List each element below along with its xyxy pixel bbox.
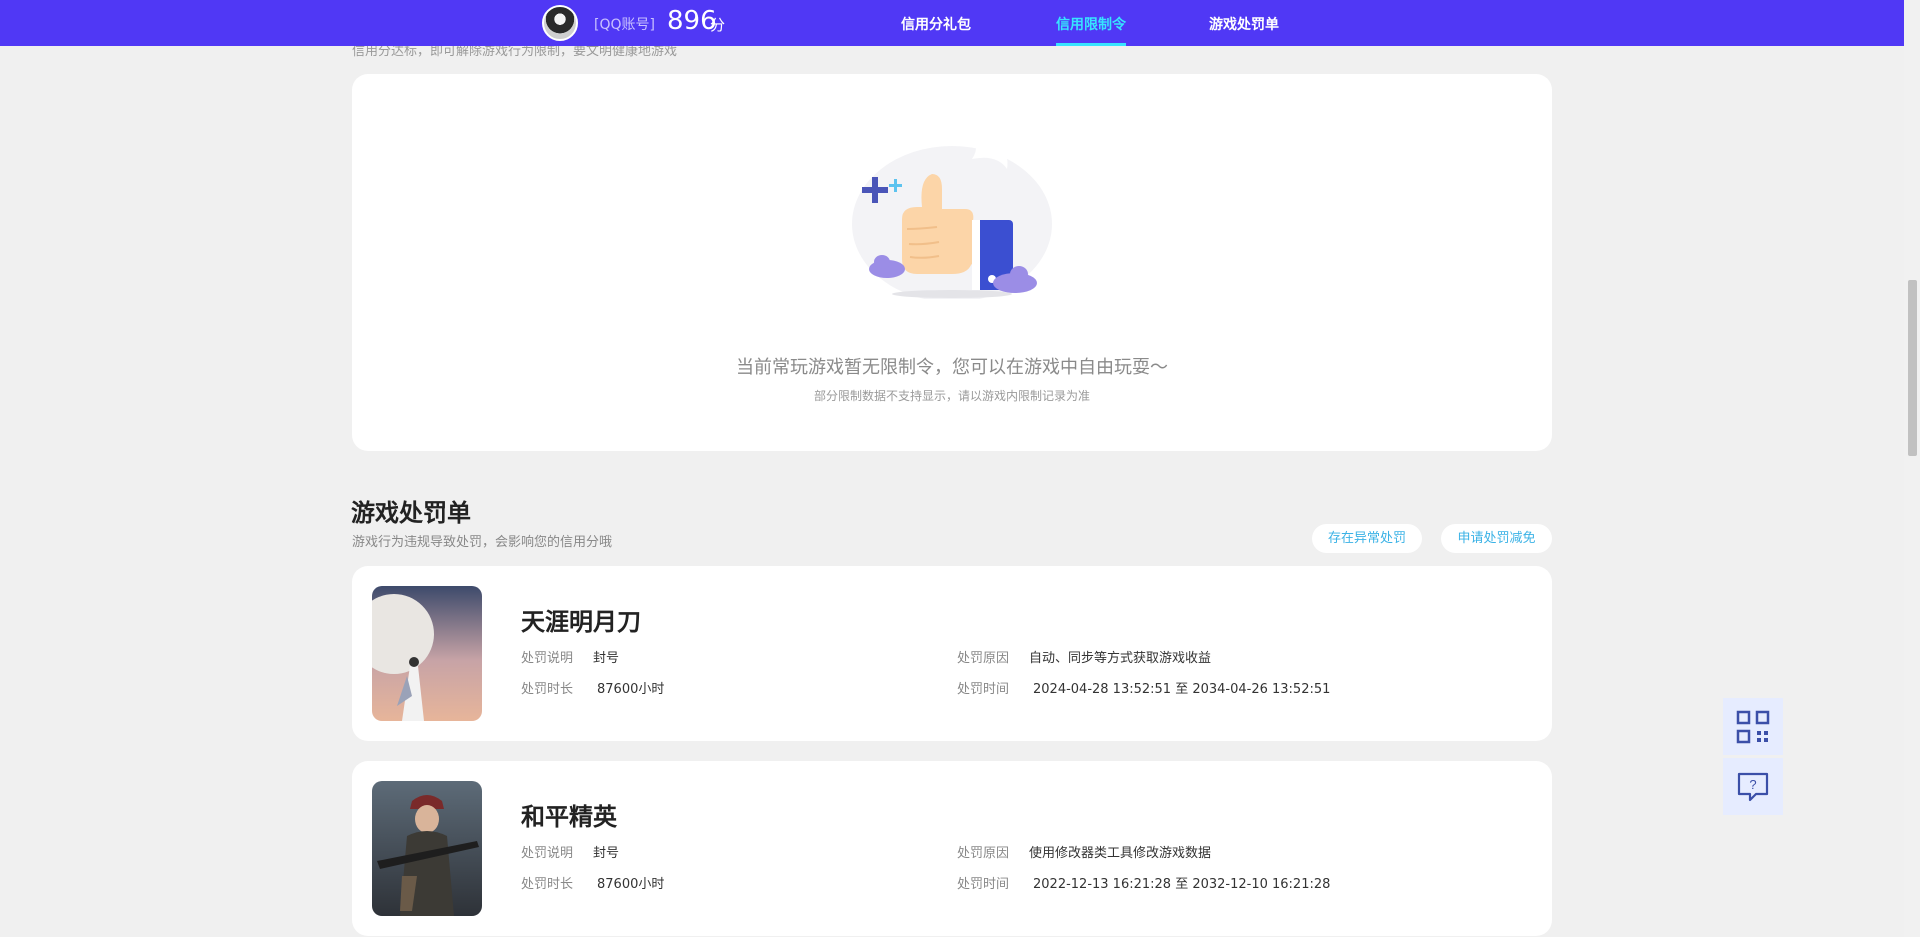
top-header: [QQ账号] 896 分 信用分礼包 信用限制令 游戏处罚单 [0,0,1904,46]
restriction-empty-card: 当前常玩游戏暂无限制令，您可以在游戏中自由玩耍～ 部分限制数据不支持显示，请以游… [352,74,1552,451]
help-button[interactable]: ? [1723,758,1783,815]
time-label: 处罚时间 [957,877,1010,892]
page-scrollbar[interactable] [1904,0,1920,937]
help-chat-icon: ? [1737,772,1769,801]
empty-state-message: 当前常玩游戏暂无限制令，您可以在游戏中自由玩耍～ [736,357,1168,378]
reason-label: 处罚原因 [957,846,1010,861]
time-value: 2024-04-28 13:52:51 至 2034-04-26 13:52:5… [1033,682,1331,697]
time-value: 2022-12-13 16:21:28 至 2032-12-10 16:21:2… [1033,877,1331,892]
duration-value: 87600小时 [597,682,665,697]
time-label: 处罚时间 [957,682,1010,697]
abnormal-punishment-button[interactable]: 存在异常处罚 [1312,524,1422,553]
game-name: 天涯明月刀 [521,608,641,636]
scrollbar-thumb[interactable] [1908,280,1917,456]
punishment-card: 天涯明月刀 处罚说明 封号 处罚时长 87600小时 处罚原因 自动、同步等方式… [352,566,1552,741]
duration-value: 87600小时 [597,877,665,892]
reason-value: 使用修改器类工具修改游戏数据 [1029,846,1212,861]
duration-label: 处罚时长 [521,682,574,697]
credit-score-unit: 分 [710,16,726,34]
active-tab-indicator [1056,43,1126,46]
game-name: 和平精英 [521,803,617,831]
tab-game-punishment[interactable]: 游戏处罚单 [1209,14,1279,34]
punishment-card: 和平精英 处罚说明 封号 处罚时长 87600小时 处罚原因 使用修改器类工具修… [352,761,1552,936]
tab-credit-gift[interactable]: 信用分礼包 [901,14,971,34]
qrcode-icon [1736,710,1770,743]
qrcode-button[interactable] [1723,698,1783,755]
description-value: 封号 [593,846,620,861]
description-label: 处罚说明 [521,846,574,861]
user-avatar[interactable] [542,5,578,41]
description-value: 封号 [593,651,620,666]
account-label: [QQ账号] [594,17,655,33]
description-label: 处罚说明 [521,651,574,666]
tab-credit-restriction[interactable]: 信用限制令 [1056,14,1126,34]
thumbs-up-icon [852,134,1052,299]
punishment-section-subtitle: 游戏行为违规导致处罚，会影响您的信用分哦 [352,535,613,550]
svg-text:?: ? [1749,777,1756,792]
duration-label: 处罚时长 [521,877,574,892]
reason-value: 自动、同步等方式获取游戏收益 [1029,651,1212,666]
game-thumbnail [372,586,482,721]
apply-reduction-button[interactable]: 申请处罚减免 [1441,524,1552,553]
empty-state-note: 部分限制数据不支持显示，请以游戏内限制记录为准 [813,389,1090,403]
game-thumbnail [372,781,482,916]
punishment-section-title: 游戏处罚单 [351,499,471,527]
reason-label: 处罚原因 [957,651,1010,666]
